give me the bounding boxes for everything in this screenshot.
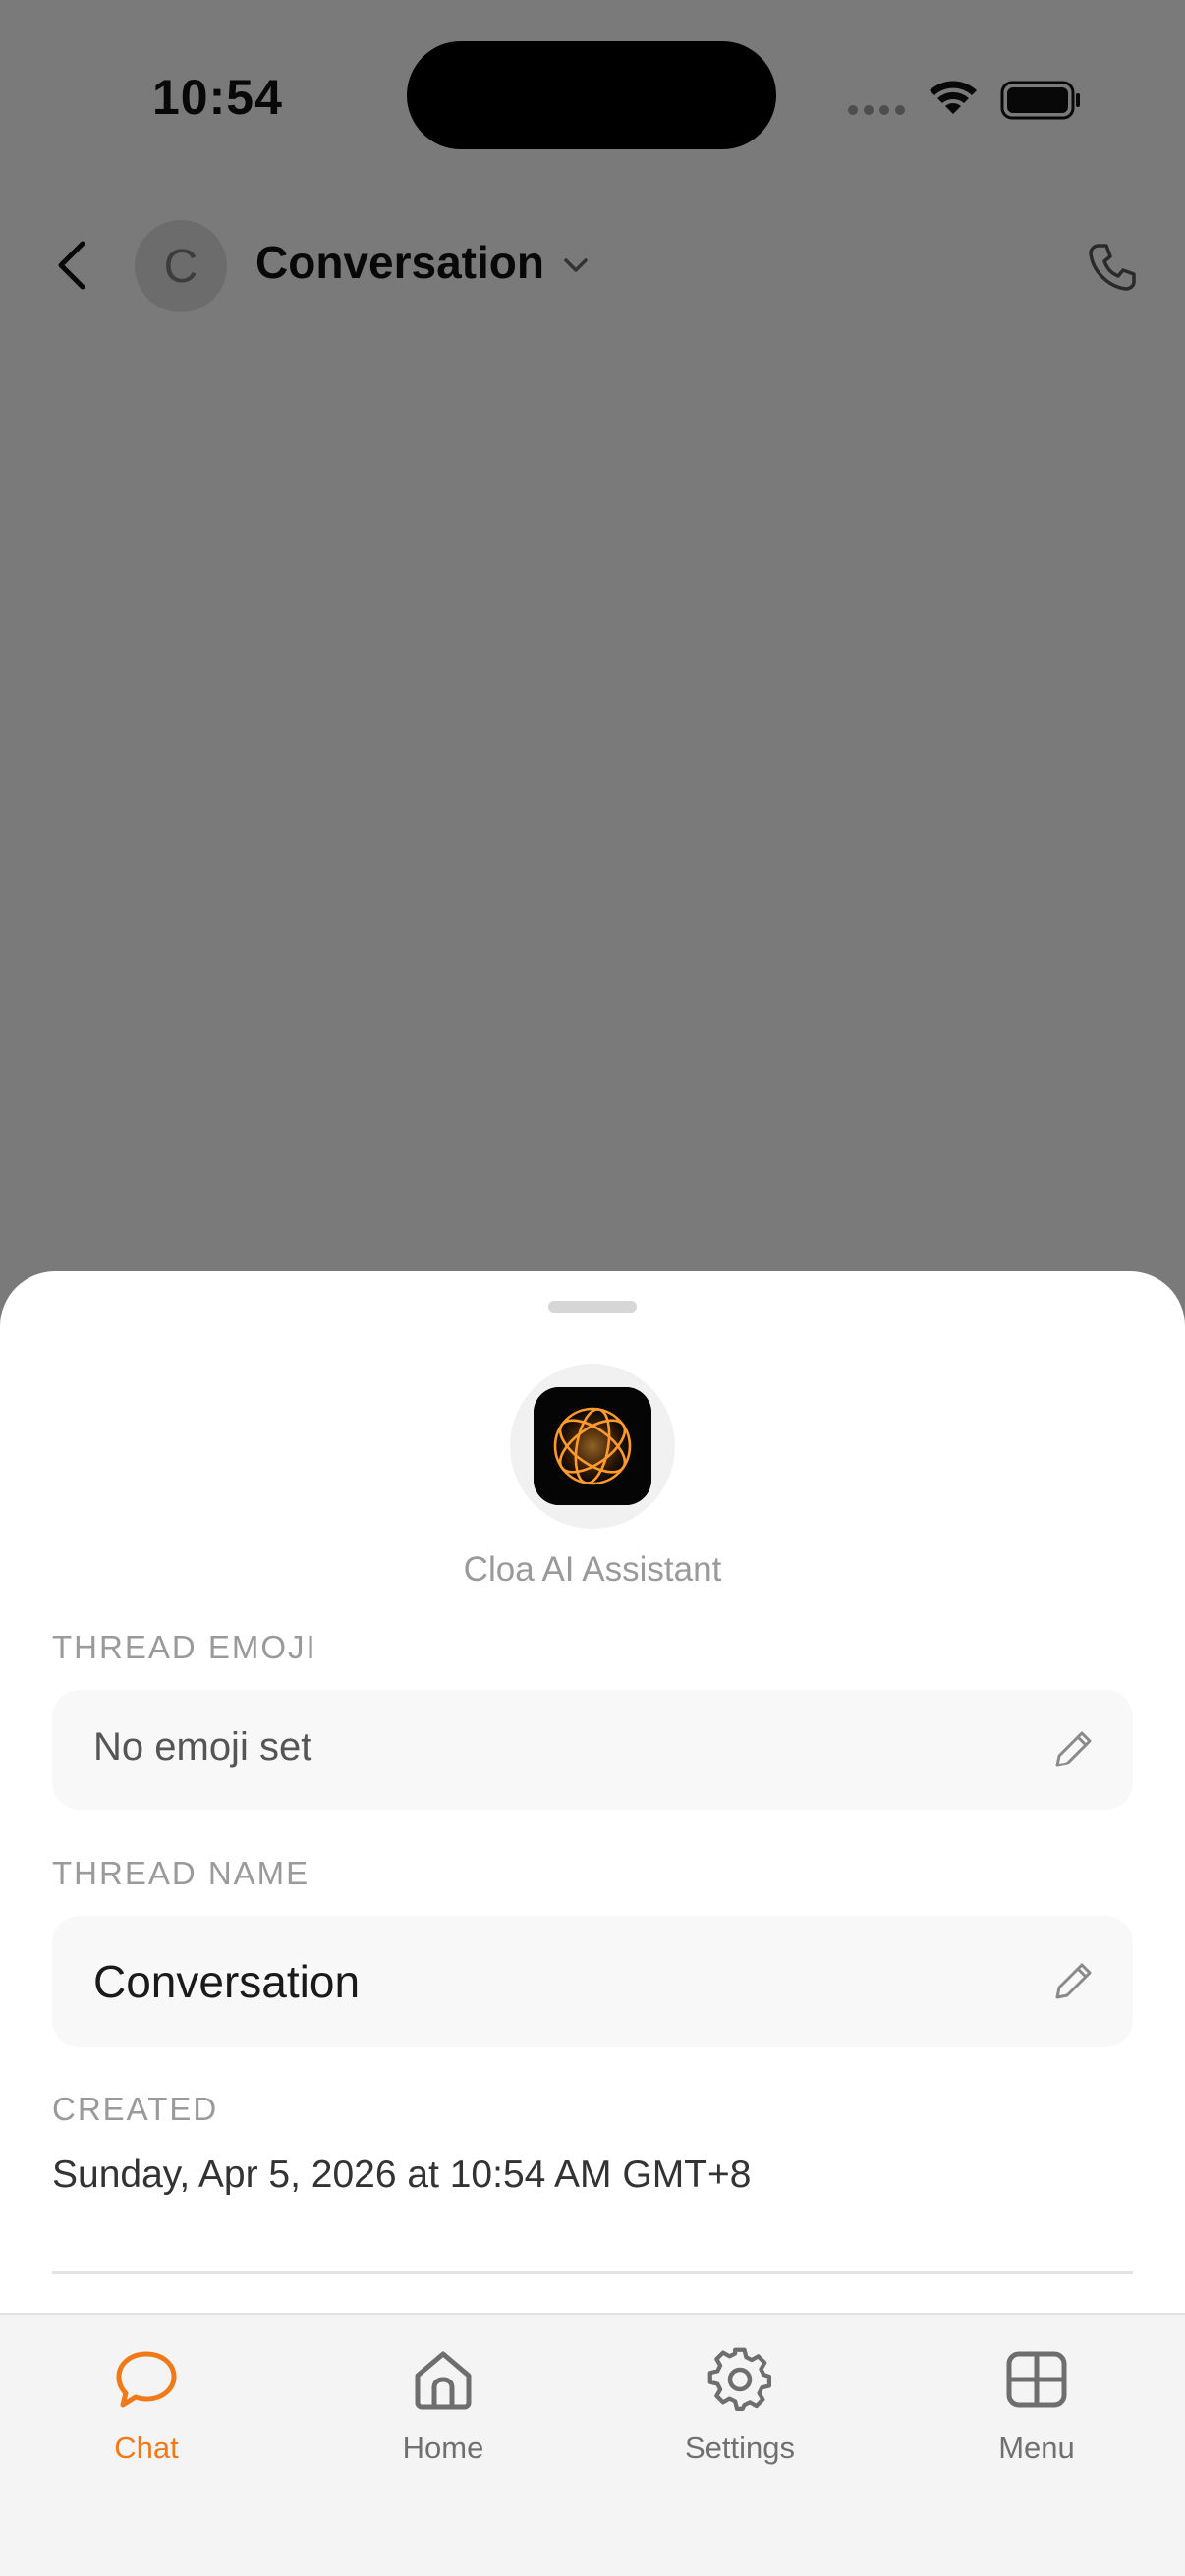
tab-chat-label: Chat	[114, 2431, 179, 2465]
tab-menu[interactable]: Menu	[938, 2346, 1135, 2493]
thread-name-value: Conversation	[93, 1956, 361, 2007]
thread-emoji-field[interactable]: No emoji set	[52, 1690, 1133, 1810]
created-label: CREATED	[52, 2091, 219, 2127]
created-value: Sunday, Apr 5, 2026 at 10:54 AM GMT+8	[52, 2154, 752, 2196]
tab-home[interactable]: Home	[345, 2346, 541, 2493]
gear-icon	[707, 2347, 772, 2412]
assistant-name: Cloa AI Assistant	[463, 1550, 722, 1589]
pencil-icon[interactable]	[1052, 1727, 1096, 1770]
cloa-logo-icon	[534, 1387, 651, 1505]
tab-chat[interactable]: Chat	[48, 2346, 245, 2493]
thread-emoji-label: THREAD EMOJI	[52, 1629, 317, 1665]
sheet-grabber[interactable]	[548, 1301, 637, 1313]
tab-home-label: Home	[402, 2431, 484, 2465]
thread-name-label: THREAD NAME	[52, 1855, 310, 1891]
tab-menu-label: Menu	[998, 2431, 1075, 2465]
tab-bar: Chat Home Settings Menu	[0, 2313, 1185, 2576]
tab-settings[interactable]: Settings	[642, 2346, 838, 2493]
thread-emoji-value: No emoji set	[93, 1725, 312, 1768]
section-divider	[52, 2271, 1133, 2274]
thread-name-field[interactable]: Conversation	[52, 1916, 1133, 2047]
grid-icon	[1006, 2351, 1067, 2408]
chat-bubble-icon	[116, 2351, 177, 2408]
assistant-avatar	[510, 1364, 675, 1529]
home-icon	[415, 2351, 472, 2410]
tab-settings-label: Settings	[684, 2431, 795, 2465]
pencil-icon[interactable]	[1052, 1959, 1096, 2002]
